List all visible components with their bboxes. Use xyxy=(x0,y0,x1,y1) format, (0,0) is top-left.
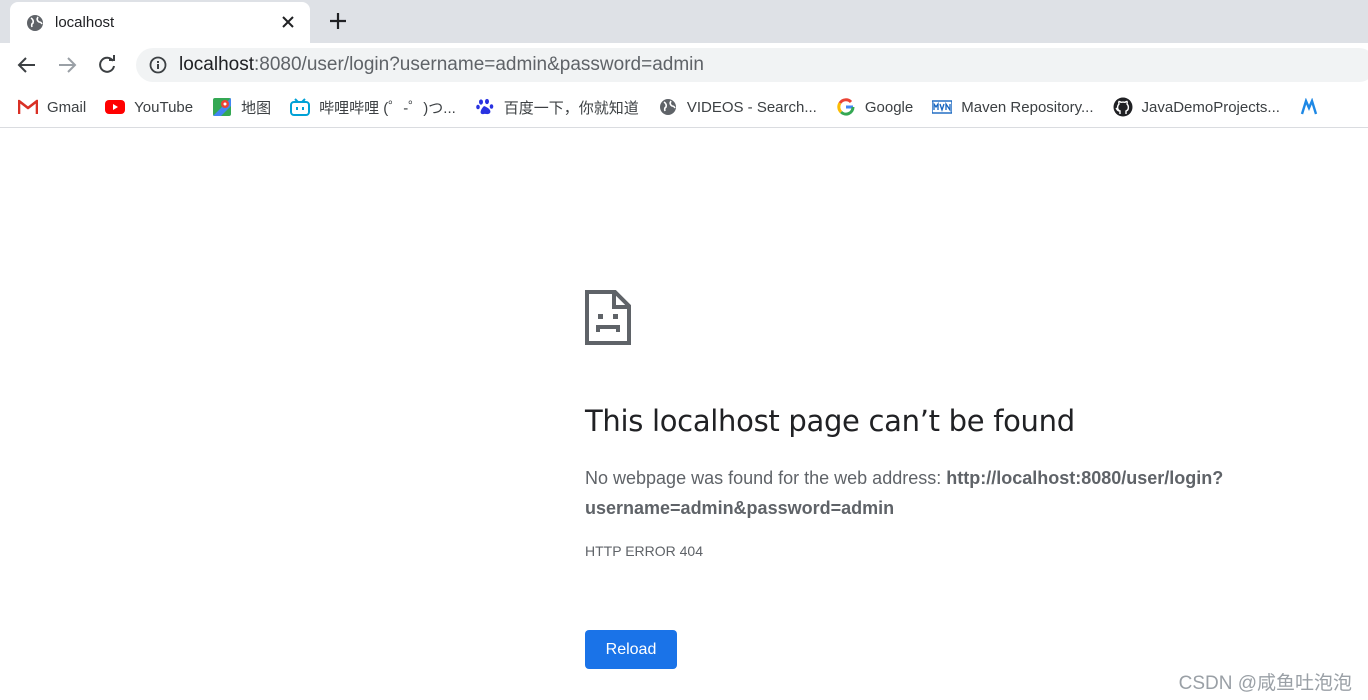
address-bar[interactable]: localhost:8080/user/login?username=admin… xyxy=(136,48,1368,82)
error-heading: This localhost page can’t be found xyxy=(585,404,1075,438)
bookmark-maven[interactable]: Maven Repository... xyxy=(932,97,1094,117)
bilibili-icon xyxy=(290,97,311,117)
maps-icon xyxy=(212,97,232,117)
bookmark-google[interactable]: Google xyxy=(836,97,913,117)
bookmark-maps[interactable]: 地图 xyxy=(212,97,271,118)
error-description: No webpage was found for the web address… xyxy=(585,463,1285,523)
bookmark-partial-icon xyxy=(1299,97,1319,117)
google-icon xyxy=(836,97,856,117)
address-url: localhost:8080/user/login?username=admin… xyxy=(179,54,704,76)
refresh-icon xyxy=(99,55,115,73)
bookmark-videos[interactable]: VIDEOS - Search... xyxy=(658,97,817,117)
watermark: CSDN @咸鱼吐泡泡 xyxy=(1178,673,1352,694)
bookmark-label: 哔哩哔哩 (゜-゜)つ... xyxy=(319,99,456,117)
github-icon xyxy=(1113,97,1133,117)
close-icon[interactable] xyxy=(278,12,298,32)
new-tab-button[interactable] xyxy=(326,9,350,33)
tab-localhost[interactable]: localhost xyxy=(10,2,310,43)
tab-title: localhost xyxy=(55,14,115,31)
bookmark-youtube[interactable]: YouTube xyxy=(105,97,193,117)
bookmark-label: YouTube xyxy=(134,98,194,116)
error-code: HTTP ERROR 404 xyxy=(585,543,703,559)
bookmark-label: 地图 xyxy=(241,99,272,117)
bookmark-gmail[interactable]: Gmail xyxy=(18,97,86,117)
globe-icon xyxy=(25,13,45,33)
bookmark-label: JavaDemoProjects... xyxy=(1141,98,1280,116)
bookmark-javademoprojects[interactable]: JavaDemoProjects... xyxy=(1113,97,1280,117)
url-host: localhost xyxy=(179,54,254,75)
back-button[interactable] xyxy=(13,51,41,79)
arrow-left-icon xyxy=(17,57,35,73)
forward-button[interactable] xyxy=(53,51,81,79)
bookmarks-bar: Gmail YouTube 地图 哔哩哔哩 (゜-゜)つ... 百度一下，你就知… xyxy=(0,87,1368,128)
maven-icon xyxy=(932,97,953,117)
bookmark-label: VIDEOS - Search... xyxy=(686,98,817,116)
arrow-right-icon xyxy=(59,57,77,73)
bookmark-bilibili[interactable]: 哔哩哔哩 (゜-゜)つ... xyxy=(290,97,456,118)
plus-icon xyxy=(330,13,346,29)
reload-button[interactable]: Reload xyxy=(585,630,677,669)
bookmark-label: Google xyxy=(864,98,914,116)
tab-strip: localhost xyxy=(0,0,1368,43)
bookmark-more-partial[interactable] xyxy=(1299,97,1319,117)
error-desc-prefix: No webpage was found for the web address… xyxy=(585,468,947,488)
info-icon[interactable] xyxy=(148,55,168,75)
sad-document-icon xyxy=(585,290,631,345)
toolbar: localhost:8080/user/login?username=admin… xyxy=(0,43,1368,87)
youtube-icon xyxy=(105,97,126,117)
bookmark-label: 百度一下，你就知道 xyxy=(503,99,639,117)
url-path: :8080/user/login?username=admin&password… xyxy=(254,54,704,75)
reload-toolbar-button[interactable] xyxy=(93,51,121,79)
bookmark-label: Maven Repository... xyxy=(961,98,1094,116)
globe-icon xyxy=(658,97,678,117)
gmail-icon xyxy=(18,97,38,117)
bookmark-label: Gmail xyxy=(47,98,87,116)
bookmark-baidu[interactable]: 百度一下，你就知道 xyxy=(475,97,639,118)
baidu-icon xyxy=(475,97,495,117)
